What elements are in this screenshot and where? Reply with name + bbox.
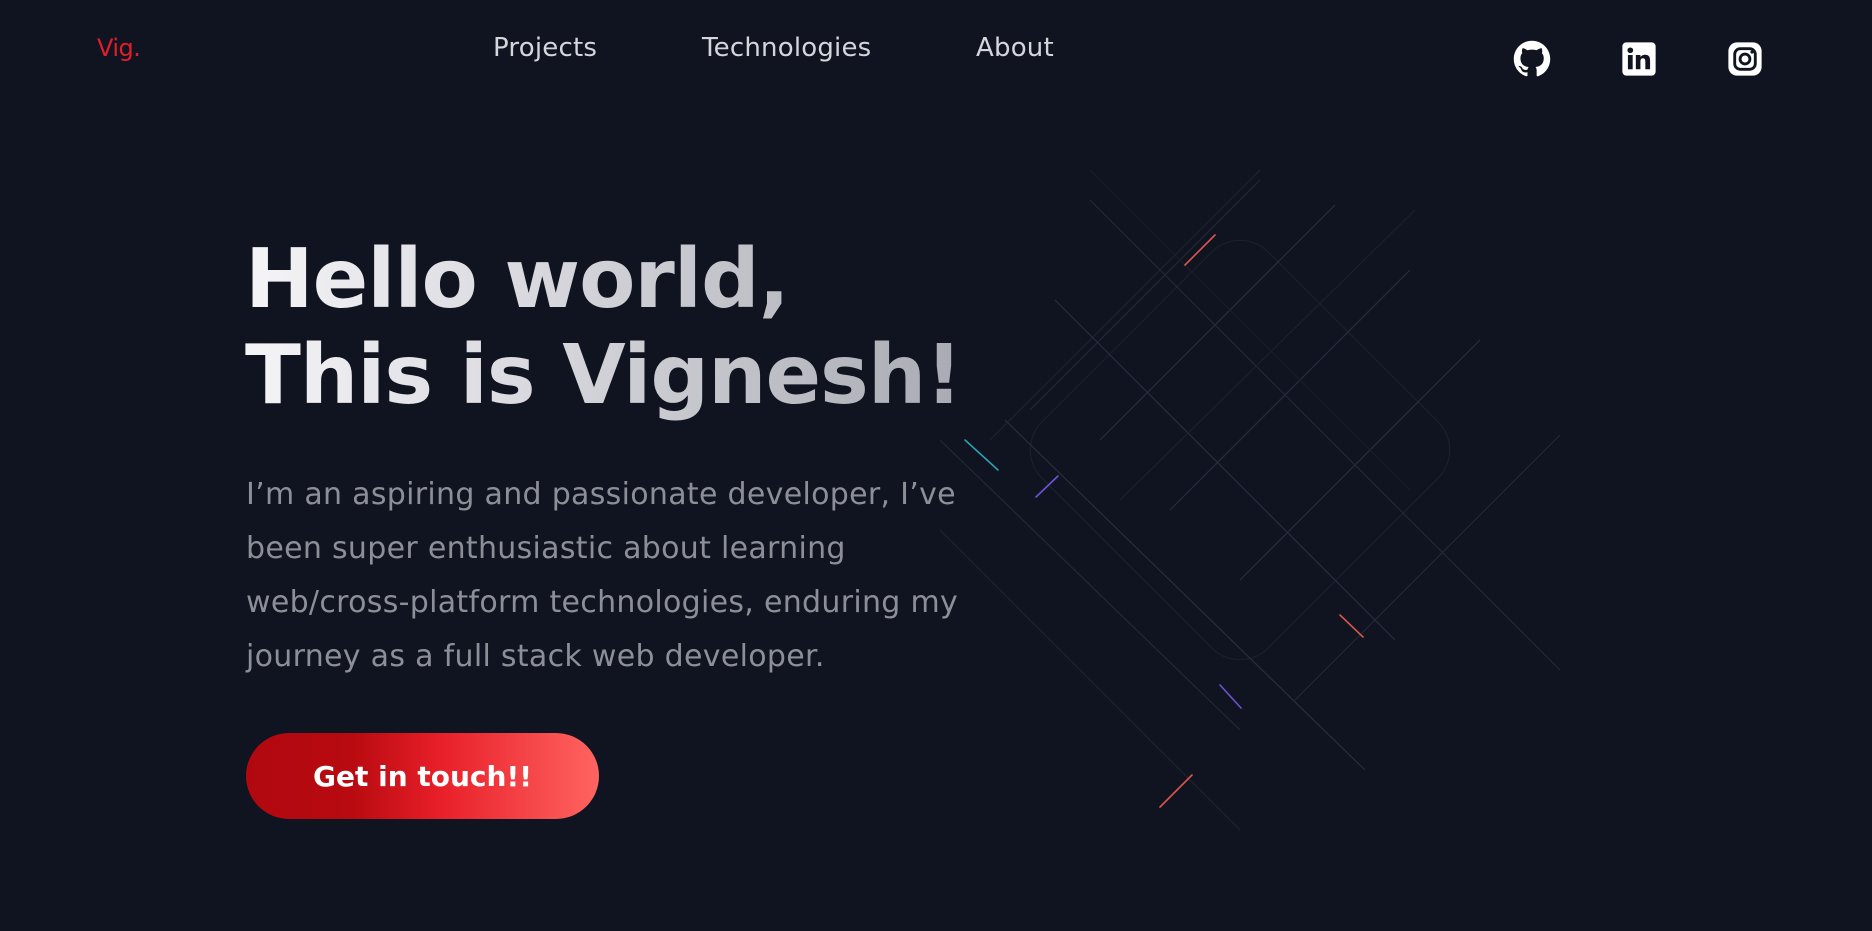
hero-description: I’m an aspiring and passionate developer…	[246, 477, 959, 674]
nav-about[interactable]: About	[976, 33, 1054, 63]
logo[interactable]: Vig.	[97, 34, 141, 62]
hero-title-line-1: Hello world,	[245, 232, 789, 327]
hero-title: Hello world, This is Vignesh!	[245, 232, 962, 424]
nav-technologies[interactable]: Technologies	[702, 33, 871, 63]
github-icon[interactable]	[1513, 40, 1551, 78]
instagram-icon[interactable]	[1726, 40, 1764, 78]
linkedin-icon[interactable]	[1620, 40, 1658, 78]
get-in-touch-button[interactable]: Get in touch!!	[246, 733, 599, 819]
page: Vig. Projects Technologies About Hello w…	[0, 0, 1872, 931]
nav-projects[interactable]: Projects	[493, 33, 597, 63]
decorative-grid-illustration	[940, 170, 1561, 830]
hero-title-line-2: This is Vignesh!	[245, 328, 962, 423]
